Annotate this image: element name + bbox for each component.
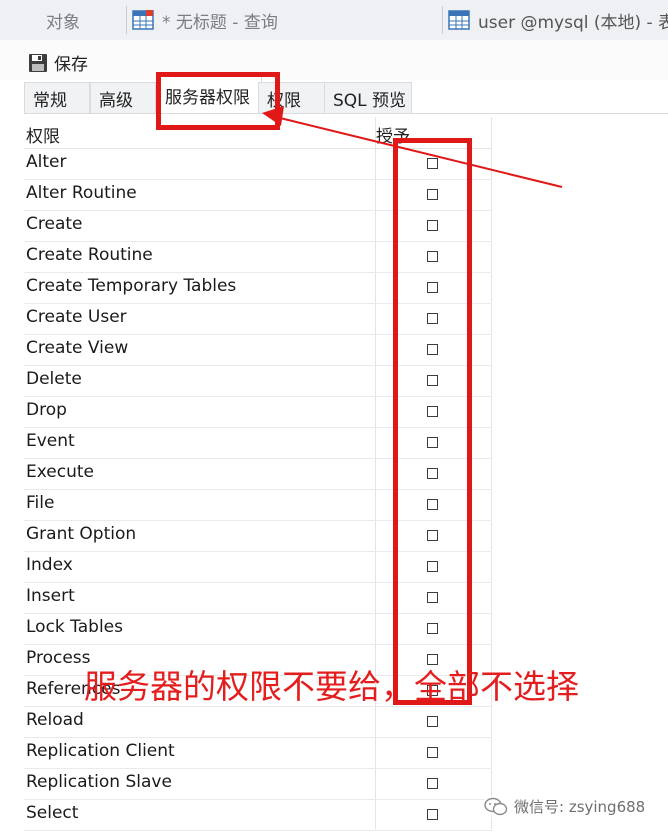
privilege-name: Delete <box>26 369 82 389</box>
grant-checkbox[interactable] <box>427 747 438 758</box>
grant-checkbox[interactable] <box>427 499 438 510</box>
privilege-name: Alter <box>26 152 67 172</box>
column-header-grant[interactable]: 授予 <box>376 122 410 147</box>
privilege-row[interactable]: Replication Slave <box>24 769 492 800</box>
grant-checkbox[interactable] <box>427 468 438 479</box>
tab-objects[interactable]: 对象 <box>0 0 126 40</box>
column-header-privilege[interactable]: 权限 <box>26 122 60 147</box>
subtab-server-privileges[interactable]: 服务器权限 <box>156 76 262 114</box>
subtab-underline <box>24 113 668 114</box>
privilege-row[interactable]: Create Routine <box>24 242 492 273</box>
privilege-name: Execute <box>26 462 94 482</box>
privilege-name: Create <box>26 214 83 234</box>
privilege-row[interactable]: Alter Routine <box>24 180 492 211</box>
privilege-name: Create Temporary Tables <box>26 276 237 296</box>
privilege-row[interactable]: Execute <box>24 459 492 490</box>
toolbar: 保存 <box>0 40 668 80</box>
grant-checkbox[interactable] <box>427 344 438 355</box>
privilege-name: Create View <box>26 338 129 358</box>
privilege-row[interactable]: Grant Option <box>24 521 492 552</box>
subtab-general[interactable]: 常规 <box>24 82 90 114</box>
grant-checkbox[interactable] <box>427 437 438 448</box>
privilege-row[interactable]: Index <box>24 552 492 583</box>
grant-checkbox[interactable] <box>427 375 438 386</box>
privilege-row[interactable]: Select <box>24 800 492 831</box>
grant-checkbox[interactable] <box>427 282 438 293</box>
privilege-name: Insert <box>26 586 75 606</box>
subtab-server-privileges-label: 服务器权限 <box>165 88 250 108</box>
grant-checkbox[interactable] <box>427 592 438 603</box>
grant-checkbox[interactable] <box>427 778 438 789</box>
privilege-row[interactable]: Create View <box>24 335 492 366</box>
grant-checkbox[interactable] <box>427 158 438 169</box>
wechat-icon <box>484 797 508 815</box>
tab-user-table-label: user @mysql (本地) - 表 <box>478 12 668 33</box>
privilege-name: Process <box>26 648 91 668</box>
subtab-advanced[interactable]: 高级 <box>90 82 156 114</box>
annotation-text: 服务器的权限不要给，全部不选择 <box>84 667 579 706</box>
privilege-name: Replication Slave <box>26 772 172 792</box>
privilege-name: Replication Client <box>26 741 175 761</box>
privilege-row[interactable]: Lock Tables <box>24 614 492 645</box>
grant-checkbox[interactable] <box>427 716 438 727</box>
privilege-row[interactable]: Insert <box>24 583 492 614</box>
grant-checkbox[interactable] <box>427 189 438 200</box>
grant-checkbox[interactable] <box>427 809 438 820</box>
privilege-row[interactable]: Event <box>24 428 492 459</box>
privilege-name: Reload <box>26 710 84 730</box>
save-icon <box>29 53 47 72</box>
tab-user-table[interactable]: user @mysql (本地) - 表 <box>442 0 668 40</box>
subtab-sql-preview-label: SQL 预览 <box>333 91 407 111</box>
privilege-row[interactable]: Reload <box>24 707 492 738</box>
privilege-name: Lock Tables <box>26 617 123 637</box>
privilege-row[interactable]: File <box>24 490 492 521</box>
tab-untitled-query[interactable]: * 无标题 - 查询 <box>126 0 442 40</box>
privilege-row[interactable]: Replication Client <box>24 738 492 769</box>
privilege-name: Grant Option <box>26 524 137 544</box>
privilege-name: Select <box>26 803 79 823</box>
tab-objects-label: 对象 <box>46 12 80 33</box>
privilege-name: Drop <box>26 400 67 420</box>
subtab-privileges-label: 权限 <box>267 91 301 111</box>
privilege-name: Create Routine <box>26 245 153 265</box>
privilege-row[interactable]: Create <box>24 211 492 242</box>
privilege-name: Event <box>26 431 75 451</box>
subtab-general-label: 常规 <box>33 91 67 111</box>
privilege-name: Create User <box>26 307 127 327</box>
watermark-text: 微信号: zsying688 <box>514 798 646 816</box>
grant-checkbox[interactable] <box>427 530 438 541</box>
privilege-row[interactable]: Alter <box>24 149 492 180</box>
privilege-name: File <box>26 493 55 513</box>
save-button[interactable]: 保存 <box>28 50 88 75</box>
watermark: 微信号: zsying688 <box>484 796 646 817</box>
tab-untitled-query-label: * 无标题 - 查询 <box>162 12 278 33</box>
query-table-icon <box>132 10 154 30</box>
grid-header: 权限 授予 <box>24 117 492 149</box>
privilege-row[interactable]: Create User <box>24 304 492 335</box>
grant-checkbox[interactable] <box>427 623 438 634</box>
grid-body: Alter Alter Routine Create Create Routine Cr… <box>24 149 492 831</box>
privilege-row[interactable]: Delete <box>24 366 492 397</box>
grant-checkbox[interactable] <box>427 220 438 231</box>
document-tab-bar: 对象 * 无标题 - 查询 user @mysql (本地) - 表 <box>0 0 668 41</box>
grant-checkbox[interactable] <box>427 561 438 572</box>
grant-checkbox[interactable] <box>427 251 438 262</box>
grant-checkbox[interactable] <box>427 406 438 417</box>
table-icon <box>448 10 470 30</box>
grant-checkbox[interactable] <box>427 313 438 324</box>
subtab-sql-preview[interactable]: SQL 预览 <box>324 82 412 114</box>
subtab-advanced-label: 高级 <box>99 91 133 111</box>
privilege-name: Alter Routine <box>26 183 137 203</box>
save-button-label: 保存 <box>54 55 88 75</box>
privileges-grid: 权限 授予 Alter Alter Routine Create Create Rou… <box>24 117 492 831</box>
privilege-name: Index <box>26 555 73 575</box>
privilege-row[interactable]: Drop <box>24 397 492 428</box>
privilege-row[interactable]: Create Temporary Tables <box>24 273 492 304</box>
subtab-privileges[interactable]: 权限 <box>258 82 326 114</box>
